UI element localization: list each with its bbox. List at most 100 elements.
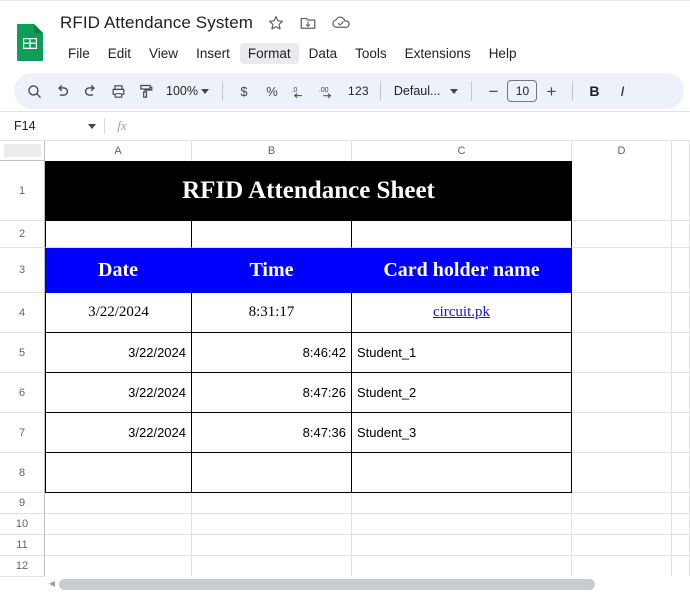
row-header-5[interactable]: 5 <box>0 333 45 373</box>
cell-d6[interactable] <box>572 373 672 413</box>
cell-b12[interactable] <box>192 556 352 577</box>
cell-c12[interactable] <box>352 556 572 577</box>
decrease-font-size-button[interactable]: − <box>479 77 507 105</box>
row-header-3[interactable]: 3 <box>0 248 45 293</box>
menu-help[interactable]: Help <box>481 43 525 64</box>
cell-e6[interactable] <box>672 373 690 413</box>
formula-input[interactable] <box>139 112 690 140</box>
cell-e10[interactable] <box>672 514 690 535</box>
undo-icon[interactable] <box>48 77 76 105</box>
cell-d11[interactable] <box>572 535 672 556</box>
column-header-c[interactable]: C <box>352 141 572 161</box>
select-all-corner[interactable] <box>0 141 45 160</box>
cell-a4-date[interactable]: 3/22/2024 <box>45 293 192 333</box>
row-header-11[interactable]: 11 <box>0 535 45 556</box>
column-header-b[interactable]: B <box>192 141 352 161</box>
name-box[interactable]: F14 <box>0 112 104 140</box>
cell-e2[interactable] <box>672 221 690 248</box>
cell-d5[interactable] <box>572 333 672 373</box>
cell-c4-link[interactable]: circuit.pk <box>352 293 572 333</box>
cell-e5[interactable] <box>672 333 690 373</box>
font-family-selector[interactable]: Defaul... <box>388 77 465 105</box>
cell-c3-name-header[interactable]: Card holder name <box>352 248 572 293</box>
cell-e4[interactable] <box>672 293 690 333</box>
row-header-1[interactable]: 1 <box>0 161 45 221</box>
menu-format[interactable]: Format <box>239 43 299 64</box>
more-formats-button[interactable]: 123 <box>344 77 373 105</box>
row-header-7[interactable]: 7 <box>0 413 45 453</box>
cell-e7[interactable] <box>672 413 690 453</box>
cell-b2[interactable] <box>192 221 352 248</box>
cell-b11[interactable] <box>192 535 352 556</box>
document-title[interactable]: RFID Attendance System <box>60 13 253 33</box>
scrollbar-thumb[interactable] <box>59 579 596 590</box>
italic-button[interactable]: I <box>608 77 636 105</box>
cell-d12[interactable] <box>572 556 672 577</box>
cell-e1[interactable] <box>672 161 690 221</box>
menu-tools[interactable]: Tools <box>347 43 395 64</box>
cell-a7-date[interactable]: 3/22/2024 <box>45 413 192 453</box>
decrease-decimal-button[interactable]: .0 <box>286 77 314 105</box>
zoom-level-selector[interactable]: 100% <box>160 77 215 105</box>
menu-file[interactable]: File <box>60 43 98 64</box>
cell-b6-time[interactable]: 8:47:26 <box>192 373 352 413</box>
increase-decimal-button[interactable]: .00 <box>314 77 344 105</box>
cell-b3-time-header[interactable]: Time <box>192 248 352 293</box>
cell-c6-name[interactable]: Student_2 <box>352 373 572 413</box>
font-size-input[interactable]: 10 <box>507 80 538 102</box>
cell-e11[interactable] <box>672 535 690 556</box>
hyperlink-circuit-pk[interactable]: circuit.pk <box>433 304 490 321</box>
cell-c8[interactable] <box>352 453 572 493</box>
cell-c2[interactable] <box>352 221 572 248</box>
cell-a8[interactable] <box>45 453 192 493</box>
cell-a12[interactable] <box>45 556 192 577</box>
cell-d10[interactable] <box>572 514 672 535</box>
cell-d8[interactable] <box>572 453 672 493</box>
cell-a10[interactable] <box>45 514 192 535</box>
row-header-10[interactable]: 10 <box>0 514 45 535</box>
cell-b7-time[interactable]: 8:47:36 <box>192 413 352 453</box>
scrollbar-track[interactable] <box>59 576 690 592</box>
column-header-d[interactable]: D <box>572 141 672 161</box>
column-header-a[interactable]: A <box>45 141 192 161</box>
cell-b8[interactable] <box>192 453 352 493</box>
currency-format-button[interactable]: $ <box>230 77 258 105</box>
cell-a1-title[interactable]: RFID Attendance Sheet <box>45 161 572 221</box>
cell-e3[interactable] <box>672 248 690 293</box>
cell-d3[interactable] <box>572 248 672 293</box>
search-icon[interactable] <box>20 77 48 105</box>
cell-b9[interactable] <box>192 493 352 514</box>
row-header-2[interactable]: 2 <box>0 221 45 248</box>
print-icon[interactable] <box>104 77 132 105</box>
row-header-8[interactable]: 8 <box>0 453 45 493</box>
row-header-4[interactable]: 4 <box>0 293 45 333</box>
increase-font-size-button[interactable]: + <box>537 77 565 105</box>
row-header-6[interactable]: 6 <box>0 373 45 413</box>
column-header-e[interactable] <box>672 141 690 161</box>
cell-a2[interactable] <box>45 221 192 248</box>
cell-d9[interactable] <box>572 493 672 514</box>
redo-icon[interactable] <box>76 77 104 105</box>
horizontal-scrollbar[interactable]: ◀ <box>0 576 690 592</box>
menu-data[interactable]: Data <box>301 43 346 64</box>
cell-a5-date[interactable]: 3/22/2024 <box>45 333 192 373</box>
menu-insert[interactable]: Insert <box>188 43 238 64</box>
cell-a9[interactable] <box>45 493 192 514</box>
cell-d7[interactable] <box>572 413 672 453</box>
cell-d2[interactable] <box>572 221 672 248</box>
cell-e12[interactable] <box>672 556 690 577</box>
menu-extensions[interactable]: Extensions <box>397 43 479 64</box>
scroll-left-arrow-icon[interactable]: ◀ <box>45 576 59 592</box>
cell-e8[interactable] <box>672 453 690 493</box>
cell-c10[interactable] <box>352 514 572 535</box>
cell-a6-date[interactable]: 3/22/2024 <box>45 373 192 413</box>
cell-a3-date-header[interactable]: Date <box>45 248 192 293</box>
cell-b5-time[interactable]: 8:46:42 <box>192 333 352 373</box>
cell-e9[interactable] <box>672 493 690 514</box>
cell-c11[interactable] <box>352 535 572 556</box>
menu-view[interactable]: View <box>141 43 186 64</box>
row-header-12[interactable]: 12 <box>0 556 45 577</box>
cell-d4[interactable] <box>572 293 672 333</box>
star-icon[interactable] <box>267 14 285 32</box>
percent-format-button[interactable]: % <box>258 77 286 105</box>
